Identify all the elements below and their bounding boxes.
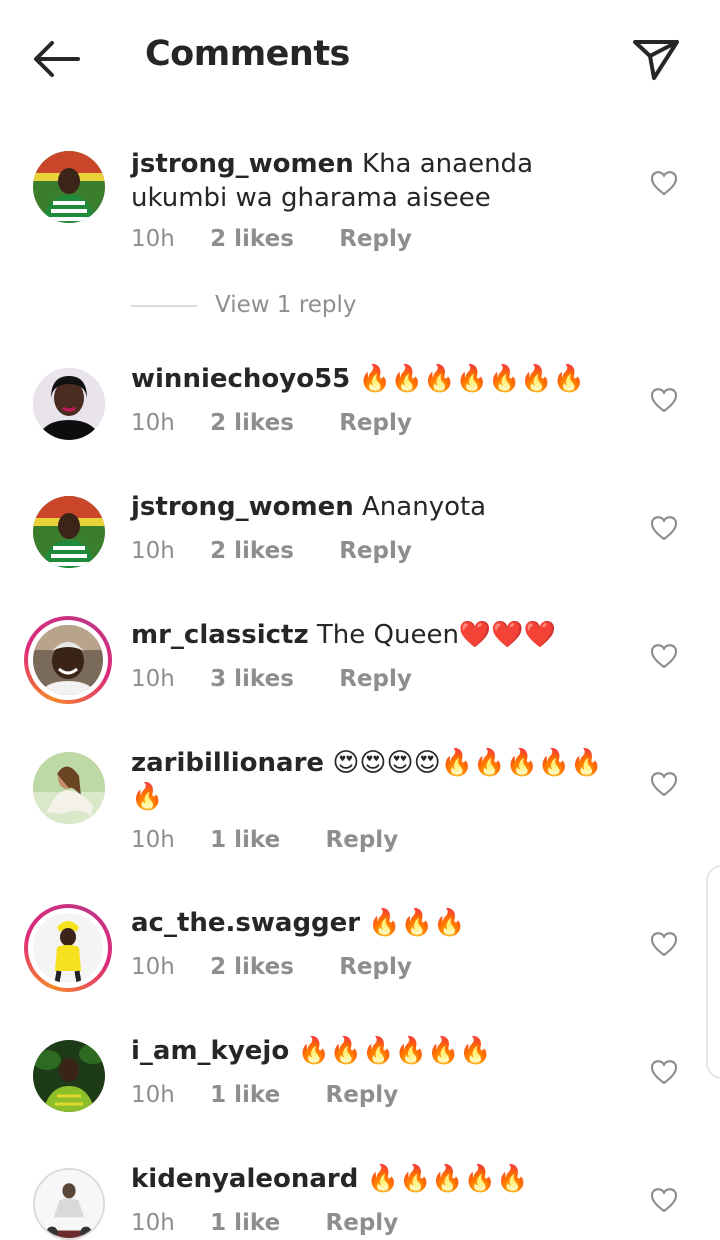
comment-username[interactable]: jstrong_women	[131, 492, 354, 522]
avatar[interactable]	[33, 1168, 105, 1240]
avatar	[33, 913, 103, 983]
comment-body: 🔥🔥🔥🔥🔥	[366, 1164, 529, 1194]
comment-likes[interactable]: 1 like	[210, 1210, 280, 1236]
avatar-image	[33, 625, 103, 695]
back-arrow-icon[interactable]	[30, 38, 82, 80]
comment-text: kidenyaleonard 🔥🔥🔥🔥🔥	[131, 1162, 611, 1196]
comment-meta: 10h 1 like Reply	[131, 1210, 398, 1236]
comment-meta: 10h 1 like Reply	[131, 827, 398, 853]
heart-outline-icon[interactable]	[650, 387, 678, 413]
comment-likes[interactable]: 2 likes	[210, 410, 294, 436]
heart-outline-icon[interactable]	[650, 771, 678, 797]
comment-time: 10h	[131, 1082, 175, 1108]
reply-button[interactable]: Reply	[326, 827, 399, 853]
reply-button[interactable]: Reply	[326, 1210, 399, 1236]
comment-username[interactable]: jstrong_women	[131, 149, 354, 179]
comment-meta: 10h 3 likes Reply	[131, 666, 412, 692]
comment-time: 10h	[131, 666, 175, 692]
avatar	[33, 625, 103, 695]
top-bar: Comments	[0, 0, 720, 118]
avatar-image	[33, 368, 105, 440]
avatar-story-ring[interactable]	[24, 904, 112, 992]
avatar-story-ring[interactable]	[24, 616, 112, 704]
comment-username[interactable]: winniechoyo55	[131, 364, 350, 394]
comment-username[interactable]: zaribillionare	[131, 748, 324, 778]
avatar[interactable]	[33, 368, 105, 440]
comment-username[interactable]: kidenyaleonard	[131, 1164, 358, 1194]
heart-outline-icon[interactable]	[650, 643, 678, 669]
avatar-image	[35, 1170, 103, 1238]
avatar[interactable]	[33, 1040, 105, 1112]
avatar-image	[33, 496, 105, 568]
comment-body: Ananyota	[362, 492, 487, 522]
comment-body: The Queen❤️❤️❤️	[316, 620, 557, 650]
avatar[interactable]	[33, 151, 105, 223]
reply-button[interactable]: Reply	[326, 1082, 399, 1108]
heart-outline-icon[interactable]	[650, 515, 678, 541]
view-replies-label: View 1 reply	[215, 292, 357, 318]
reply-divider-line	[131, 304, 197, 307]
comment-time: 10h	[131, 954, 175, 980]
avatar-image	[33, 913, 103, 983]
comment-meta: 10h 2 likes Reply	[131, 410, 412, 436]
avatar-image	[33, 1040, 105, 1112]
comment-meta: 10h 2 likes Reply	[131, 538, 412, 564]
comment-text: mr_classictz The Queen❤️❤️❤️	[131, 618, 611, 652]
comment-likes[interactable]: 2 likes	[210, 954, 294, 980]
reply-button[interactable]: Reply	[339, 410, 412, 436]
edge-panel-handle[interactable]	[706, 865, 720, 1079]
comment-text: i_am_kyejo 🔥🔥🔥🔥🔥🔥	[131, 1034, 611, 1068]
reply-button[interactable]: Reply	[339, 538, 412, 564]
reply-button[interactable]: Reply	[339, 226, 412, 252]
comment-text: jstrong_women Ananyota	[131, 490, 611, 524]
comment-meta: 10h 1 like Reply	[131, 1082, 398, 1108]
comment-username[interactable]: i_am_kyejo	[131, 1036, 289, 1066]
comment-meta: 10h 2 likes Reply	[131, 226, 412, 252]
comment-text: jstrong_women Kha anaenda ukumbi wa ghar…	[131, 147, 611, 215]
comment-likes[interactable]: 1 like	[210, 827, 280, 853]
reply-button[interactable]: Reply	[339, 954, 412, 980]
comment-time: 10h	[131, 410, 175, 436]
comment-likes[interactable]: 2 likes	[210, 226, 294, 252]
view-replies-button[interactable]: View 1 reply	[131, 292, 357, 318]
comment-time: 10h	[131, 827, 175, 853]
comment-username[interactable]: ac_the.swagger	[131, 908, 360, 938]
comment-likes[interactable]: 1 like	[210, 1082, 280, 1108]
paper-plane-icon[interactable]	[630, 36, 682, 82]
avatar-image	[33, 151, 105, 223]
comment-body: 🔥🔥🔥🔥🔥🔥	[297, 1036, 492, 1066]
comment-likes[interactable]: 3 likes	[210, 666, 294, 692]
comment-username[interactable]: mr_classictz	[131, 620, 309, 650]
comment-meta: 10h 2 likes Reply	[131, 954, 412, 980]
avatar[interactable]	[33, 752, 105, 824]
comment-text: winniechoyo55 🔥🔥🔥🔥🔥🔥🔥	[131, 362, 611, 396]
comment-body: 🔥🔥🔥	[368, 908, 466, 938]
heart-outline-icon[interactable]	[650, 1059, 678, 1085]
comment-text: zaribillionare 😍😍😍😍🔥🔥🔥🔥🔥🔥	[131, 746, 611, 814]
heart-outline-icon[interactable]	[650, 931, 678, 957]
avatar[interactable]	[33, 496, 105, 568]
heart-outline-icon[interactable]	[650, 1187, 678, 1213]
comment-time: 10h	[131, 1210, 175, 1236]
avatar-image	[33, 752, 105, 824]
comment-likes[interactable]: 2 likes	[210, 538, 294, 564]
heart-outline-icon[interactable]	[650, 170, 678, 196]
comment-body: 🔥🔥🔥🔥🔥🔥🔥	[358, 364, 586, 394]
page-title: Comments	[145, 34, 350, 74]
comment-text: ac_the.swagger 🔥🔥🔥	[131, 906, 611, 940]
comment-time: 10h	[131, 226, 175, 252]
reply-button[interactable]: Reply	[339, 666, 412, 692]
comment-time: 10h	[131, 538, 175, 564]
